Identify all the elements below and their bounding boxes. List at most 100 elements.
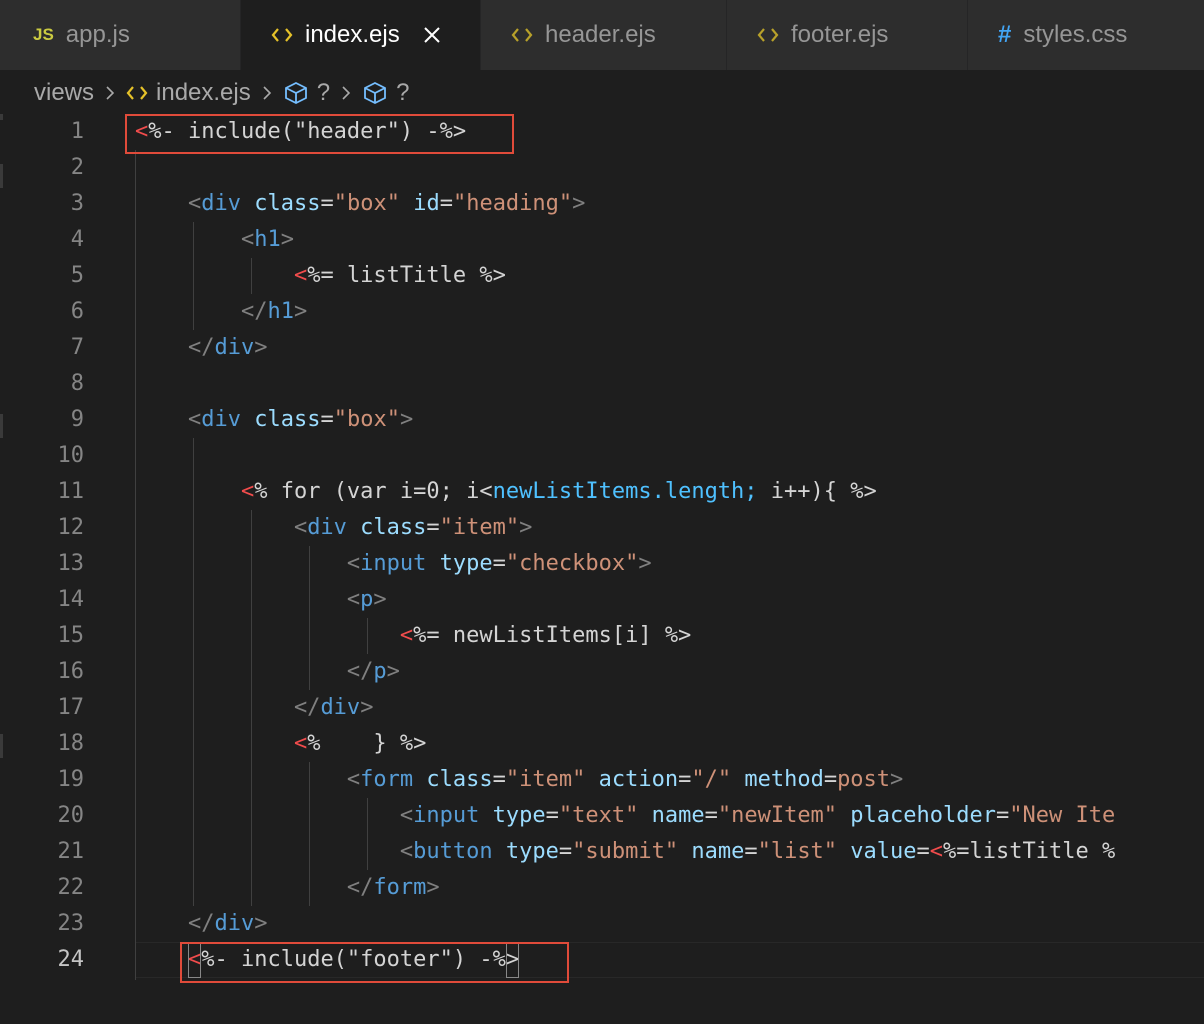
code-token: > xyxy=(426,875,440,900)
code-line[interactable]: 4 <h1> xyxy=(0,222,1204,258)
line-number: 6 xyxy=(70,299,84,324)
code-line[interactable]: 21 <button type="submit" name="list" val… xyxy=(0,834,1204,870)
breadcrumb-symbol[interactable]: ? xyxy=(362,79,409,107)
tab-label: header.ejs xyxy=(545,21,656,48)
code-line[interactable]: 15 <%= newListItems[i] %> xyxy=(0,618,1204,654)
code-token: > xyxy=(890,767,904,792)
code-token: = xyxy=(678,767,692,792)
code-line[interactable]: 12 <div class="item"> xyxy=(0,510,1204,546)
line-number: 13 xyxy=(57,551,85,576)
line-number: 18 xyxy=(57,731,85,756)
line-number: 7 xyxy=(70,335,84,360)
code-token: div xyxy=(214,335,255,360)
code-line[interactable]: 9 <div class="box"> xyxy=(0,402,1204,438)
close-icon[interactable] xyxy=(422,25,442,45)
code-token: %=listTitle % xyxy=(943,839,1116,864)
code-token: value xyxy=(837,839,917,864)
code-text: <% for (var i=0; i<newListItems.length; … xyxy=(135,474,877,510)
code-token: > xyxy=(280,227,294,252)
code-line[interactable]: 18 <% } %> xyxy=(0,726,1204,762)
code-token: < xyxy=(135,839,414,864)
breadcrumb-folder[interactable]: views xyxy=(34,79,94,107)
code-token: > xyxy=(638,551,652,576)
code-token: "heading" xyxy=(452,191,573,216)
code-line[interactable]: 6 </h1> xyxy=(0,294,1204,330)
code-token: > xyxy=(293,299,308,324)
code-token: class xyxy=(240,191,321,216)
breadcrumb-symbol[interactable]: ? xyxy=(283,79,330,107)
tab-label: styles.css xyxy=(1023,21,1128,48)
code-line[interactable]: 13 <input type="checkbox"> xyxy=(0,546,1204,582)
css-file-icon: # xyxy=(998,21,1012,48)
code-token: id xyxy=(399,191,440,216)
tab-index-ejs[interactable]: index.ejs xyxy=(241,0,480,70)
code-line[interactable]: 17 </div> xyxy=(0,690,1204,726)
html-file-icon xyxy=(126,86,148,100)
code-line[interactable]: 8 xyxy=(0,366,1204,402)
code-token: input xyxy=(413,803,480,828)
code-token: < xyxy=(293,731,308,756)
code-token: h1 xyxy=(267,299,294,324)
line-number: 5 xyxy=(70,263,84,288)
chevron-right-icon xyxy=(340,84,352,102)
code-token: "item" xyxy=(439,515,520,540)
code-token: "text" xyxy=(558,803,639,828)
code-token: "submit" xyxy=(572,839,679,864)
tab-styles-css[interactable]: # styles.css xyxy=(968,0,1204,70)
code-line[interactable]: 7 </div> xyxy=(0,330,1204,366)
code-token: method xyxy=(731,767,824,792)
code-token: > xyxy=(399,407,414,432)
code-line[interactable]: 23 </div> xyxy=(0,906,1204,942)
tab-label: footer.ejs xyxy=(791,21,889,48)
code-line[interactable]: 2 xyxy=(0,150,1204,186)
code-line[interactable]: 14 <p> xyxy=(0,582,1204,618)
code-token: div xyxy=(320,695,361,720)
tab-header-ejs[interactable]: header.ejs xyxy=(481,0,726,70)
code-line[interactable]: 20 <input type="text" name="newItem" pla… xyxy=(0,798,1204,834)
code-token: "list" xyxy=(757,839,838,864)
editor-tab-bar: JS app.js index.ejs header.ejs footer.ej… xyxy=(0,0,1204,70)
line-number: 12 xyxy=(57,515,85,540)
code-text: </div> xyxy=(135,690,374,726)
code-line[interactable]: 5 <%= listTitle %> xyxy=(0,258,1204,294)
code-line[interactable]: 22 </form> xyxy=(0,870,1204,906)
line-number: 22 xyxy=(57,875,85,900)
tab-app-js[interactable]: JS app.js xyxy=(0,0,240,70)
code-line[interactable]: 16 </p> xyxy=(0,654,1204,690)
code-text: </p> xyxy=(135,654,400,690)
code-token: "checkbox" xyxy=(505,551,639,576)
code-token: "box" xyxy=(333,407,400,432)
code-token: > xyxy=(519,515,533,540)
code-token: class xyxy=(346,515,427,540)
code-line[interactable]: 10 xyxy=(0,438,1204,474)
chevron-right-icon xyxy=(261,84,273,102)
code-token: name xyxy=(638,803,705,828)
code-token: name xyxy=(678,839,745,864)
line-number: 19 xyxy=(57,767,85,792)
breadcrumb-file[interactable]: index.ejs xyxy=(126,79,251,107)
code-token: < xyxy=(135,767,361,792)
line-number: 10 xyxy=(57,443,85,468)
code-line[interactable]: 11 <% for (var i=0; i<newListItems.lengt… xyxy=(0,474,1204,510)
code-line[interactable]: 3 <div class="box" id="heading"> xyxy=(0,186,1204,222)
code-token: post xyxy=(837,767,891,792)
code-token: > xyxy=(386,659,400,684)
code-token: </ xyxy=(135,875,374,900)
code-token: < xyxy=(399,623,414,648)
code-text: <p> xyxy=(135,582,387,618)
code-token: p xyxy=(360,587,374,612)
code-token: < xyxy=(135,407,202,432)
code-token: = xyxy=(744,839,758,864)
line-number: 11 xyxy=(57,479,85,504)
code-text: <%= newListItems[i] %> xyxy=(135,618,691,654)
code-line[interactable]: 19 <form class="item" action="/" method=… xyxy=(0,762,1204,798)
tab-footer-ejs[interactable]: footer.ejs xyxy=(727,0,967,70)
code-editor[interactable]: 1 <%- include("header") -%> 2 3 <div class=… xyxy=(0,114,1204,1024)
code-token: div xyxy=(214,911,255,936)
code-text: <input type="text" name="newItem" placeh… xyxy=(135,798,1115,834)
code-token: %= newListItems[i] %> xyxy=(413,623,692,648)
code-token: = xyxy=(439,191,453,216)
line-number: 16 xyxy=(57,659,85,684)
code-token: type xyxy=(426,551,493,576)
